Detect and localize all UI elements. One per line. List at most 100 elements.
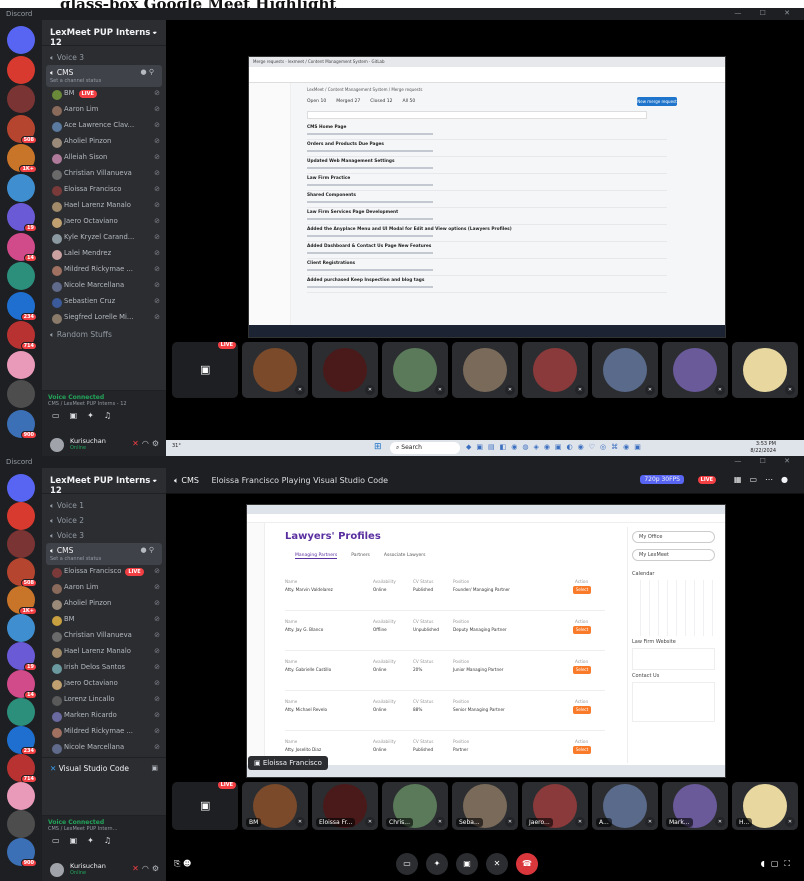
- avatar[interactable]: [52, 712, 62, 722]
- voice-member[interactable]: Mildred Rickymae ... ⊘: [42, 263, 166, 279]
- avatar[interactable]: [52, 154, 62, 164]
- mr-tab[interactable]: Merged 27: [336, 99, 360, 104]
- participant-tile[interactable]: ▣ LIVE: [172, 782, 238, 830]
- avatar[interactable]: [52, 122, 62, 132]
- voice-connected-sub[interactable]: CMS / LexMeet PUP Interns - 12: [48, 401, 160, 407]
- participant-tile[interactable]: BM ✕: [242, 782, 308, 830]
- participant-tile[interactable]: ✕: [662, 342, 728, 398]
- activity-icon[interactable]: ✦: [87, 411, 94, 420]
- voice-member[interactable]: Alleiah Sison ⊘: [42, 151, 166, 167]
- channel-voice-3[interactable]: 🔈︎ Voice 3: [42, 50, 166, 65]
- activities-icon[interactable]: ✦: [426, 853, 448, 875]
- avatar[interactable]: [52, 680, 62, 690]
- activity-visual-studio-code[interactable]: ✕ Visual Studio Code ▣: [42, 757, 166, 779]
- voice-member[interactable]: Eloissa Francisco LIVE ⊘: [42, 565, 166, 581]
- voice-member[interactable]: Christian Villanueva ⊘: [42, 167, 166, 183]
- lawyer-tab[interactable]: Managing Partners: [295, 553, 338, 559]
- avatar[interactable]: [52, 106, 62, 116]
- voice-member[interactable]: Aholiel Pinzon ⊘: [42, 597, 166, 613]
- merge-request-row[interactable]: Law Firm Practice: [307, 174, 667, 191]
- select-button[interactable]: Select: [573, 666, 591, 674]
- participant-tile[interactable]: ✕: [732, 342, 798, 398]
- voice-member[interactable]: Mildred Rickymae ... ⊘: [42, 725, 166, 741]
- mr-tab[interactable]: Open 10: [307, 99, 326, 104]
- participant-tile[interactable]: Seba... ✕: [452, 782, 518, 830]
- video-icon[interactable]: ▭: [52, 836, 60, 845]
- voice-member[interactable]: Marken Ricardo ⊘: [42, 709, 166, 725]
- my-office-link[interactable]: My Office: [632, 531, 715, 543]
- mr-tab[interactable]: All 50: [403, 99, 416, 104]
- chat-icon[interactable]: ● ⚲: [141, 68, 154, 76]
- server-icon[interactable]: 900: [7, 838, 37, 867]
- voice-member[interactable]: Lorenz Lincallo ⊘: [42, 693, 166, 709]
- avatar[interactable]: [52, 600, 62, 610]
- activity-icon[interactable]: ⎘ ☻: [174, 859, 191, 869]
- participant-tile[interactable]: ✕: [242, 342, 308, 398]
- avatar[interactable]: [52, 728, 62, 738]
- server-icon[interactable]: 19: [7, 642, 37, 671]
- avatar[interactable]: [52, 314, 62, 324]
- server-icon[interactable]: [7, 698, 35, 726]
- server-icon[interactable]: [7, 380, 35, 408]
- avatar[interactable]: [52, 186, 62, 196]
- avatar[interactable]: [52, 266, 62, 276]
- voice-channel[interactable]: 🔈︎ Voice 2: [42, 513, 166, 528]
- voice-member[interactable]: Aholiel Pinzon ⊘: [42, 135, 166, 151]
- video-icon[interactable]: ▭: [52, 411, 60, 420]
- voice-member[interactable]: Jaero Octaviano ⊘: [42, 215, 166, 231]
- lawyer-row[interactable]: Name Atty. Jay G. Blanco Availability Offli…: [285, 611, 605, 651]
- voice-connected-sub[interactable]: CMS / LexMeet PUP Intern...: [48, 826, 160, 832]
- screen-share-icon[interactable]: ▣: [151, 764, 158, 772]
- window-controls[interactable]: — ☐ ✕: [734, 9, 798, 17]
- channel-random-stuffs[interactable]: 🔈︎ Random Stuffs: [42, 327, 166, 342]
- server-icon[interactable]: 14: [7, 232, 37, 262]
- merge-request-row[interactable]: Added Dashboard & Contact Us Page New Fe…: [307, 242, 667, 259]
- window-controls[interactable]: — ☐ ✕: [734, 457, 798, 465]
- server-icon[interactable]: [7, 173, 35, 202]
- share-screen-icon[interactable]: ▣: [456, 853, 478, 875]
- server-icon[interactable]: 900: [7, 409, 37, 439]
- lawyer-row[interactable]: Name Atty. Gabrielle Castillo Availability…: [285, 651, 605, 691]
- windows-icon[interactable]: ⊞: [374, 442, 382, 452]
- avatar[interactable]: [52, 696, 62, 706]
- new-merge-request-button[interactable]: New merge request: [637, 97, 677, 106]
- participant-tile[interactable]: ✕: [312, 342, 378, 398]
- avatar[interactable]: [50, 438, 64, 452]
- server-icon[interactable]: 14: [7, 670, 37, 699]
- avatar[interactable]: [52, 138, 62, 148]
- voice-member[interactable]: Hael Larenz Manalo ⊘: [42, 645, 166, 661]
- voice-member[interactable]: Siegfred Lorelle Mi... ⊘: [42, 311, 166, 327]
- server-icon[interactable]: [7, 782, 35, 810]
- avatar[interactable]: [52, 234, 62, 244]
- avatar[interactable]: [52, 250, 62, 260]
- lawyer-tab[interactable]: Associate Lawyers: [384, 553, 426, 559]
- screen-share-icon[interactable]: ▣: [70, 411, 78, 420]
- avatar[interactable]: [52, 664, 62, 674]
- server-icon[interactable]: 234: [7, 291, 37, 321]
- my-lexmeet-link[interactable]: My LexMeet: [632, 549, 715, 561]
- avatar[interactable]: [50, 863, 64, 877]
- avatar[interactable]: [52, 616, 62, 626]
- chevron-down-icon[interactable]: ⌄: [151, 27, 158, 36]
- voice-member[interactable]: Nicole Marcellana ⊘: [42, 741, 166, 757]
- stage-view-icons[interactable]: ◖▢⛶: [761, 859, 796, 869]
- voice-member[interactable]: Jaero Octaviano ⊘: [42, 677, 166, 693]
- avatar[interactable]: [52, 282, 62, 292]
- merge-request-row[interactable]: CMS Home Page: [307, 123, 667, 140]
- avatar[interactable]: [52, 202, 62, 212]
- chat-icon[interactable]: ● ⚲: [141, 546, 154, 554]
- merge-request-row[interactable]: Updated Web Management Settings: [307, 157, 667, 174]
- avatar[interactable]: [52, 744, 62, 754]
- screen-share-gitlab[interactable]: Merge requests · lexmeet / Content Manag…: [248, 56, 726, 338]
- merge-request-row[interactable]: Added the Anyplace Menu and UI Modal for…: [307, 225, 667, 242]
- participant-tile[interactable]: Eloissa Fr... ✕: [312, 782, 378, 830]
- mr-tab[interactable]: Closed 12: [370, 99, 392, 104]
- server-icon[interactable]: [7, 55, 35, 84]
- user-panel[interactable]: Kurisuchan Online ✕◠⚙: [42, 434, 166, 456]
- voice-channel[interactable]: 🔈︎ Voice 1: [42, 498, 166, 513]
- mute-icon[interactable]: ✕◠⚙: [132, 439, 162, 448]
- voice-member[interactable]: Sebastien Cruz ⊘: [42, 295, 166, 311]
- participant-tile[interactable]: ✕: [522, 342, 588, 398]
- taskbar-clock[interactable]: 3:53 PM 8/22/2024: [750, 441, 776, 455]
- participant-tile[interactable]: A... ✕: [592, 782, 658, 830]
